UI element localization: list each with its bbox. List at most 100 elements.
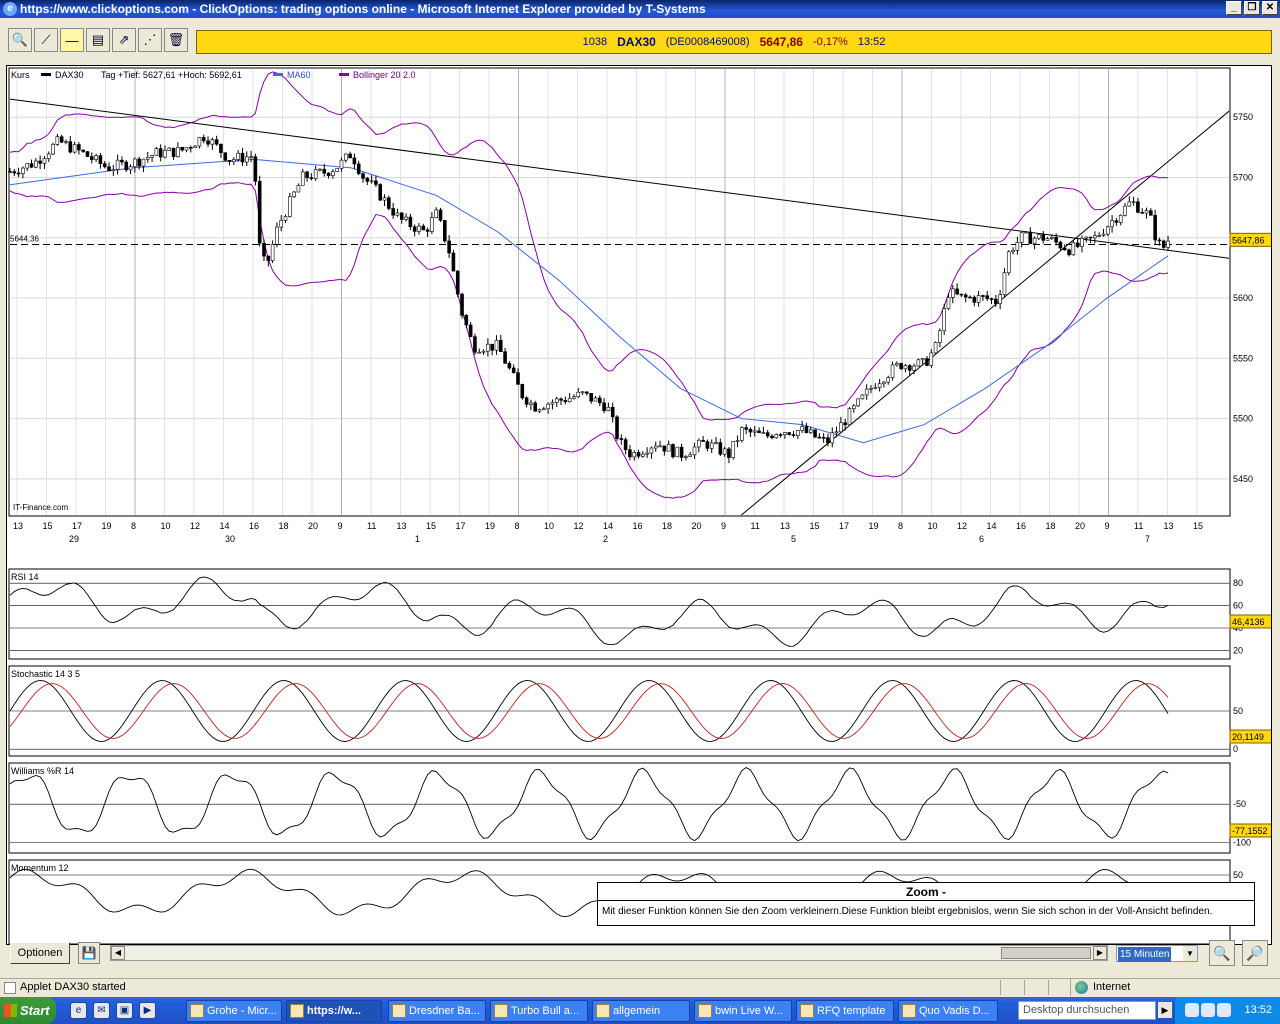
restore-button[interactable]: ❐ (1244, 1, 1260, 15)
taskbar-item[interactable]: Quo Vadis D... (898, 1000, 998, 1022)
candle-body (671, 444, 675, 458)
time-tick-label: 20 (1075, 521, 1085, 531)
scroll-left-icon[interactable]: ◀ (111, 946, 125, 960)
options-button[interactable]: Optionen (10, 942, 70, 964)
taskbar-item[interactable]: bwin Live W... (694, 1000, 792, 1022)
candle-body (1062, 247, 1067, 251)
candle-body (343, 153, 348, 161)
candle-body (348, 153, 352, 159)
chart-area[interactable]: 5450550055505600565057005750 Kurs DAX30 … (6, 65, 1275, 945)
legend-bb-swatch (339, 73, 349, 76)
trendline-icon[interactable]: ⟋ (34, 28, 58, 52)
taskbar-item-active[interactable]: https://w... (286, 1000, 382, 1022)
interval-select[interactable]: 15 Minuten ▼ (1116, 945, 1198, 962)
candle-body (778, 434, 783, 436)
zoom-magnifier-icon[interactable]: 🔍 (8, 28, 32, 52)
zoom-in-icon[interactable]: 🔎 (1242, 940, 1268, 966)
taskbar-item[interactable]: Dresdner Ba... (388, 1000, 486, 1022)
candle-body (808, 429, 813, 433)
tray-icon[interactable] (1185, 1003, 1199, 1017)
candle-body (1114, 220, 1119, 223)
candle-body (886, 377, 891, 383)
candle-body (1015, 242, 1020, 251)
time-tick-label: 16 (1016, 521, 1026, 531)
media-quicklaunch-icon[interactable]: ▶ (139, 1002, 156, 1019)
candle-body (1093, 235, 1097, 239)
minimize-button[interactable]: _ (1226, 1, 1242, 15)
candle-body (1050, 237, 1054, 239)
price-tick-label: 5600 (1233, 293, 1253, 303)
price-tick-label: 5750 (1233, 112, 1253, 122)
candle-body (1157, 239, 1162, 242)
candle-body (890, 364, 895, 378)
candle-body (636, 452, 641, 457)
candle-body (968, 296, 972, 299)
candle-body (408, 216, 413, 228)
tray-icon[interactable] (1201, 1003, 1215, 1017)
chevron-down-icon[interactable]: ▼ (1183, 946, 1197, 961)
search-go-icon[interactable]: ▶ (1158, 1002, 1172, 1018)
price-panel (8, 67, 1231, 517)
taskbar-item[interactable]: Turbo Bull a... (490, 1000, 588, 1022)
chart-svg[interactable]: 5450550055505600565057005750 Kurs DAX30 … (7, 66, 1275, 945)
parallel-lines-icon[interactable]: ⇗ (112, 28, 136, 52)
horizontal-line-icon[interactable]: — (60, 28, 84, 52)
taskbar-item[interactable]: RFQ template (796, 1000, 894, 1022)
candle-body (51, 144, 55, 155)
desktop-quicklaunch-icon[interactable]: ▣ (116, 1002, 133, 1019)
fibonacci-icon[interactable]: ▤ (86, 28, 110, 52)
candle-body (107, 166, 111, 172)
time-scrollbar[interactable]: ◀ ▶ (110, 945, 1108, 961)
will-tick-label: -50 (1233, 799, 1246, 809)
trash-icon[interactable]: 🗑 (164, 28, 188, 52)
scroll-thumb[interactable] (1001, 947, 1091, 959)
scroll-right-icon[interactable]: ▶ (1093, 946, 1107, 960)
candle-body (1084, 236, 1089, 239)
candle-body (516, 372, 520, 385)
outlook-quicklaunch-icon[interactable]: ✉ (93, 1002, 110, 1019)
time-tick-label: 8 (131, 521, 136, 531)
save-icon[interactable]: 💾 (78, 942, 100, 964)
taskbar-item[interactable]: allgemein (592, 1000, 690, 1022)
candle-body (950, 288, 955, 298)
candle-body (361, 173, 365, 179)
price-tick-label: 5700 (1233, 172, 1253, 182)
candle-body (464, 315, 469, 326)
close-button[interactable]: ✕ (1262, 1, 1278, 15)
candle-body (623, 439, 628, 451)
tray-icon[interactable] (1217, 1003, 1231, 1017)
day-label: 30 (225, 534, 235, 544)
status-cell (1048, 980, 1070, 995)
time-tick-label: 17 (456, 521, 466, 531)
time-tick-label: 11 (1134, 521, 1143, 531)
candle-body (938, 330, 942, 343)
status-bar: Applet DAX30 started Internet (0, 978, 1280, 996)
start-label: Start (20, 1003, 50, 1018)
candle-body (240, 152, 245, 163)
time-tick-label: 18 (1046, 521, 1056, 531)
start-button[interactable]: Start (0, 997, 56, 1024)
window-title: https://www.clickoptions.com - ClickOpti… (20, 2, 706, 16)
candle-body (628, 449, 632, 458)
candle-body (1024, 231, 1028, 234)
candle-body (929, 352, 934, 366)
candle-body (356, 163, 361, 174)
zoom-out-icon[interactable]: 🔍 (1209, 940, 1235, 966)
candle-body (679, 446, 684, 458)
fan-lines-icon[interactable]: ⋰ (138, 28, 162, 52)
ie-quicklaunch-icon[interactable]: e (70, 1002, 87, 1019)
candle-body (903, 365, 908, 370)
candle-body (963, 294, 968, 298)
candle-body (382, 197, 387, 201)
candle-body (748, 429, 753, 433)
candle-body (387, 197, 391, 209)
outlook-icon (190, 1004, 204, 1018)
candle-body (425, 229, 430, 232)
candle-body (417, 225, 421, 232)
taskbar-item[interactable]: Grohe - Micr... (186, 1000, 282, 1022)
candle-body (722, 448, 727, 455)
quote-price: 5647,86 (759, 35, 803, 49)
candle-body (959, 293, 964, 296)
desktop-search-input[interactable]: Desktop durchsuchen (1018, 1001, 1156, 1020)
candle-body (981, 295, 985, 297)
